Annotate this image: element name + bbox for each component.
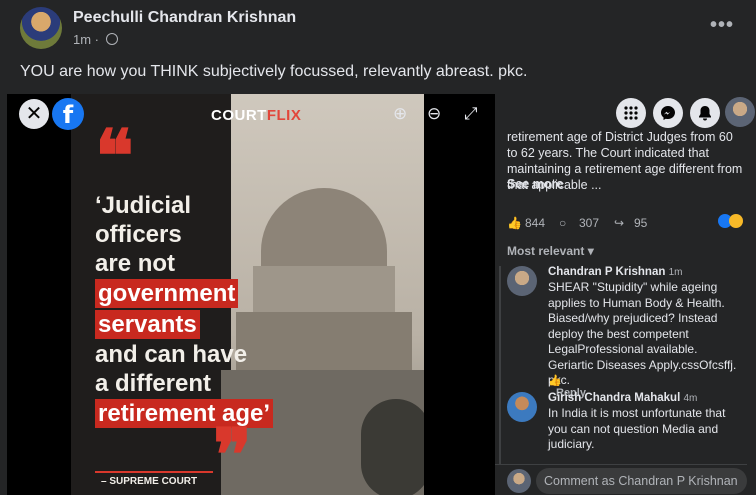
more-options-button[interactable]: ••• bbox=[710, 14, 734, 37]
comments-panel: retirement age of District Judges from 6… bbox=[495, 94, 755, 495]
reaction-icons[interactable] bbox=[718, 214, 743, 231]
comment-composer: Comment as Chandran P Krishnan bbox=[495, 464, 747, 495]
share-count[interactable]: 95 bbox=[634, 216, 647, 230]
quote-text: ‘Judicial officers are not government se… bbox=[95, 191, 295, 429]
account-avatar[interactable] bbox=[725, 97, 755, 127]
like-count[interactable]: 844 bbox=[525, 216, 545, 230]
quote-line: ‘Judicial bbox=[95, 192, 192, 219]
quote-line-highlighted: servants bbox=[95, 310, 200, 339]
quote-line: are not bbox=[95, 250, 176, 277]
comment-input[interactable]: Comment as Chandran P Krishnan bbox=[536, 468, 747, 494]
commenter-avatar[interactable] bbox=[507, 392, 537, 422]
comment-text: SHEAR "Stupidity" while ageing applies t… bbox=[548, 280, 737, 387]
share-icon[interactable]: ↪ bbox=[614, 216, 624, 230]
close-quote-icon: ❞ bbox=[213, 412, 252, 495]
post-meta: 1m · bbox=[73, 32, 118, 47]
grid-icon[interactable] bbox=[616, 98, 646, 128]
attribution-divider bbox=[95, 471, 213, 473]
expand-icon[interactable]: ⤢ bbox=[464, 104, 478, 124]
thread-line bbox=[499, 266, 501, 495]
like-icon[interactable]: 👍 bbox=[507, 216, 522, 230]
sort-dropdown[interactable]: Most relevant ▾ bbox=[507, 244, 594, 258]
see-more-link[interactable]: See more bbox=[507, 177, 563, 191]
quote-line: a different bbox=[95, 370, 212, 397]
facebook-post: Peechulli Chandran Krishnan 1m · ••• YOU… bbox=[0, 0, 756, 495]
close-icon[interactable]: ✕ bbox=[19, 99, 49, 129]
quote-attribution: – SUPREME COURT bbox=[101, 476, 198, 487]
author-name[interactable]: Peechulli Chandran Krishnan bbox=[73, 9, 296, 27]
post-image[interactable]: COURTFLIX ❝ ‘Judicial officers are not g… bbox=[71, 94, 424, 495]
engagement-stats: 👍 844 ○ 307 ↪ 95 bbox=[507, 214, 743, 234]
bell-icon[interactable] bbox=[690, 98, 720, 128]
commenter-avatar[interactable] bbox=[507, 266, 537, 296]
post-time[interactable]: 1m bbox=[73, 32, 91, 47]
zoom-out-icon[interactable]: ⊖ bbox=[427, 104, 441, 124]
commenter-name[interactable]: Girish Chandra Mahakul 4m bbox=[548, 392, 697, 404]
facebook-logo[interactable]: f bbox=[52, 98, 84, 130]
tree-silhouette bbox=[361, 399, 424, 495]
quote-line: and can have bbox=[95, 341, 248, 368]
commenter-name[interactable]: Chandran P Krishnan 1m bbox=[548, 266, 682, 278]
haha-reaction-icon bbox=[729, 214, 743, 228]
comment-like-icon[interactable]: 👍 bbox=[548, 375, 562, 387]
top-icon-bar bbox=[495, 94, 755, 130]
globe-icon bbox=[105, 33, 118, 45]
comment-count[interactable]: 307 bbox=[579, 216, 599, 230]
courtflix-logo: COURTFLIX bbox=[211, 107, 302, 124]
messenger-icon[interactable] bbox=[653, 98, 683, 128]
author-avatar[interactable] bbox=[20, 7, 62, 49]
quote-line-highlighted: government bbox=[95, 279, 239, 308]
post-text: YOU are how you THINK subjectively focus… bbox=[20, 63, 528, 80]
quote-line: officers bbox=[95, 221, 182, 248]
comment-text: In India it is most unfortunate that you… bbox=[548, 406, 726, 451]
comment-icon[interactable]: ○ bbox=[559, 216, 566, 230]
open-quote-icon: ❝ bbox=[95, 113, 134, 198]
zoom-in-icon[interactable]: ⊕ bbox=[393, 104, 407, 124]
composer-avatar bbox=[507, 469, 531, 493]
